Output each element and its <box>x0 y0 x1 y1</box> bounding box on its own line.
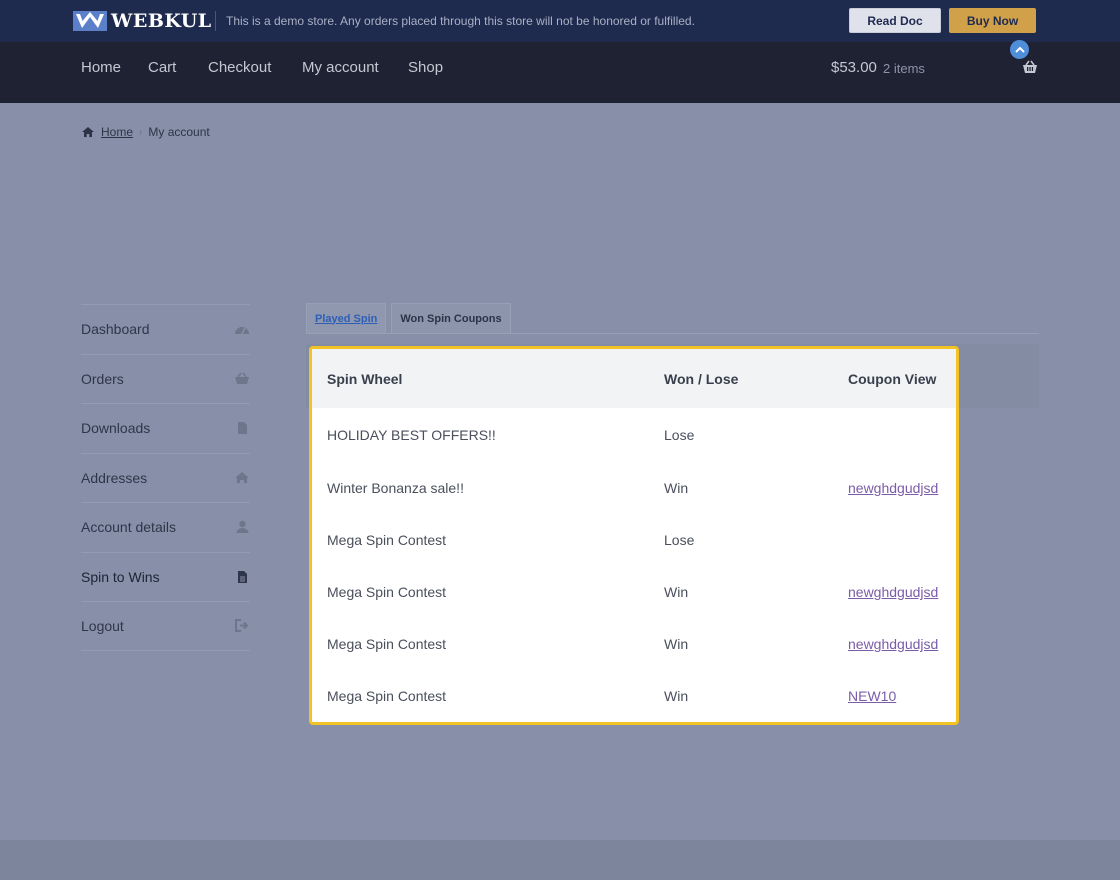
spin-wheel-cell: Winter Bonanza sale!! <box>327 480 464 496</box>
sidebar-item-downloads[interactable]: Downloads <box>81 403 250 453</box>
sidebar-item-account-details[interactable]: Account details <box>81 502 250 552</box>
sidebar-item-logout[interactable]: Logout <box>81 601 250 651</box>
played-spin-table: Spin Wheel Won / Lose Coupon View HOLIDA… <box>312 349 956 722</box>
file-icon <box>234 420 250 436</box>
nav-home[interactable]: Home <box>81 59 121 76</box>
breadcrumb-separator: › <box>139 126 143 138</box>
home-icon <box>234 470 250 486</box>
result-cell: Lose <box>664 532 695 548</box>
result-cell: Win <box>664 584 689 600</box>
demo-notice: This is a demo store. Any orders placed … <box>226 14 695 28</box>
footer <box>0 840 1120 880</box>
column-header-spin-wheel: Spin Wheel <box>312 349 664 408</box>
account-sidebar: Dashboard Orders Downloads Addresses Acc… <box>81 304 250 651</box>
sidebar-item-addresses[interactable]: Addresses <box>81 452 250 503</box>
chevron-up-icon <box>1014 46 1025 53</box>
table-row: Mega Spin Contest Lose <box>312 514 956 566</box>
result-cell: Lose <box>664 427 695 443</box>
sidebar-item-label: Logout <box>81 617 124 634</box>
nav-my-account[interactable]: My account <box>302 59 379 76</box>
result-cell: Win <box>664 688 689 704</box>
sidebar-item-dashboard[interactable]: Dashboard <box>81 304 250 354</box>
cart-total[interactable]: $53.00 <box>831 59 877 76</box>
demo-topbar: WEBKUL This is a demo store. Any orders … <box>0 0 1120 42</box>
sidebar-item-label: Dashboard <box>81 321 150 338</box>
buy-now-button[interactable]: Buy Now <box>949 8 1036 33</box>
sidebar-item-label: Spin to Wins <box>81 568 160 585</box>
nav-shop[interactable]: Shop <box>408 59 443 76</box>
breadcrumb-home-link[interactable]: Home <box>101 125 133 139</box>
table-row: Mega Spin Contest Win NEW10 <box>312 670 956 722</box>
logo-text: WEBKUL <box>111 10 212 32</box>
coupon-link[interactable]: newghdgudjsd <box>848 480 938 496</box>
sidebar-item-label: Account details <box>81 519 176 536</box>
coupon-link[interactable]: newghdgudjsd <box>848 584 938 600</box>
spin-wheel-cell: HOLIDAY BEST OFFERS!! <box>327 427 496 443</box>
basket-icon <box>234 371 250 387</box>
basket-icon[interactable] <box>1022 60 1038 79</box>
webkul-logo[interactable]: WEBKUL <box>73 10 212 32</box>
sidebar-item-label: Addresses <box>81 469 148 486</box>
user-icon <box>234 519 250 535</box>
coupon-link[interactable]: newghdgudjsd <box>848 636 938 652</box>
sidebar-item-spin-to-wins[interactable]: Spin to Wins <box>81 551 250 602</box>
logo-divider <box>215 11 216 31</box>
dashboard-icon <box>234 321 250 337</box>
table-header-row: Spin Wheel Won / Lose Coupon View <box>312 349 956 408</box>
column-header-won-lose: Won / Lose <box>664 349 848 408</box>
table-row: HOLIDAY BEST OFFERS!! Lose <box>312 408 956 462</box>
sidebar-item-label: Orders <box>81 370 124 387</box>
spin-wheel-cell: Mega Spin Contest <box>327 532 447 548</box>
file-text-icon <box>234 569 250 585</box>
coupon-cell: newghdgudjsd <box>848 618 956 670</box>
coupon-cell: NEW10 <box>848 670 956 722</box>
sidebar-item-orders[interactable]: Orders <box>81 353 250 404</box>
read-doc-button[interactable]: Read Doc <box>849 8 941 33</box>
tab-divider <box>306 333 1039 334</box>
nav-cart[interactable]: Cart <box>148 59 176 76</box>
spin-tabs: Played Spin Won Spin Coupons <box>306 303 511 333</box>
scroll-to-top-button[interactable] <box>1010 40 1029 59</box>
table-row: Winter Bonanza sale!! Win newghdgudjsd <box>312 462 956 514</box>
breadcrumb: Home › My account <box>81 125 210 139</box>
main-navbar: Home Cart Checkout My account Shop $53.0… <box>0 42 1120 103</box>
result-cell: Win <box>664 480 689 496</box>
coupon-cell <box>848 408 956 462</box>
webkul-logo-icon <box>73 11 107 31</box>
breadcrumb-current: My account <box>148 125 210 139</box>
sidebar-item-label: Downloads <box>81 420 151 437</box>
column-header-coupon-view: Coupon View <box>848 349 956 408</box>
tab-won-spin-coupons[interactable]: Won Spin Coupons <box>391 303 511 333</box>
logout-icon <box>234 618 250 634</box>
coupon-cell: newghdgudjsd <box>848 462 956 514</box>
table-row: Mega Spin Contest Win newghdgudjsd <box>312 618 956 670</box>
coupon-cell <box>848 514 956 566</box>
spin-wheel-cell: Mega Spin Contest <box>327 636 447 652</box>
coupon-link[interactable]: NEW10 <box>848 688 896 704</box>
tab-played-spin[interactable]: Played Spin <box>306 303 387 333</box>
table-row: Mega Spin Contest Win newghdgudjsd <box>312 566 956 618</box>
played-spin-modal: Spin Wheel Won / Lose Coupon View HOLIDA… <box>309 346 959 725</box>
spin-wheel-cell: Mega Spin Contest <box>327 688 447 704</box>
nav-checkout[interactable]: Checkout <box>208 59 271 76</box>
cart-count[interactable]: 2 items <box>883 61 925 76</box>
spin-wheel-cell: Mega Spin Contest <box>327 584 447 600</box>
coupon-cell: newghdgudjsd <box>848 566 956 618</box>
home-icon <box>82 127 94 137</box>
result-cell: Win <box>664 636 689 652</box>
